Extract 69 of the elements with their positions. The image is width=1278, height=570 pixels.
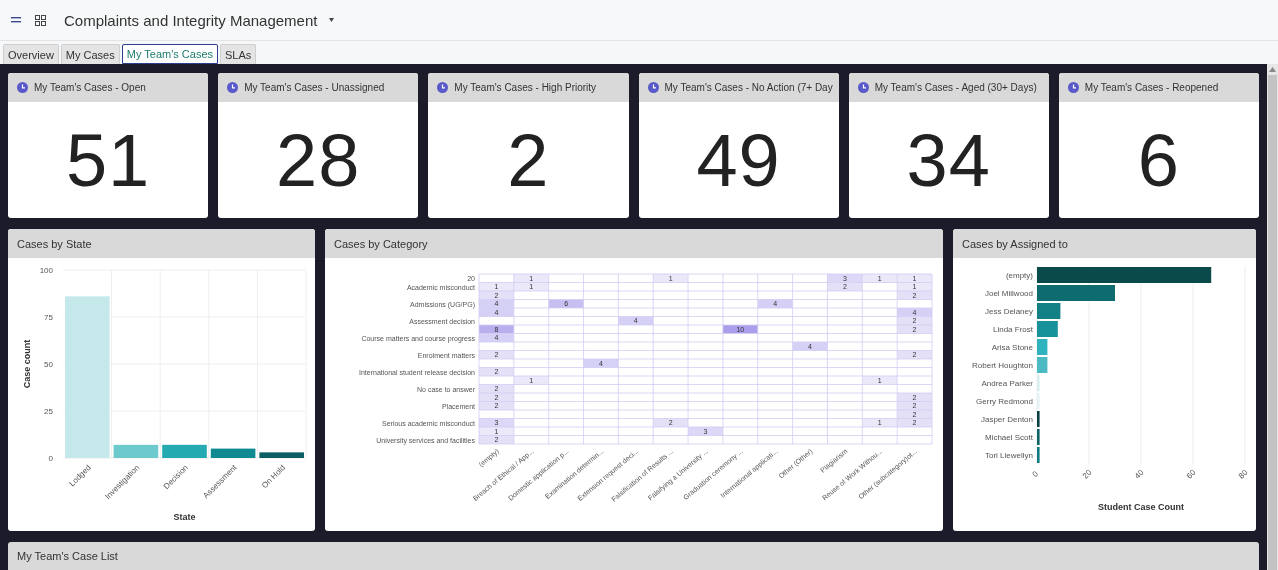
kpi-value: 49: [696, 117, 781, 203]
axis-label: 50: [44, 360, 53, 369]
axis-label: 40: [1132, 467, 1146, 481]
clock-icon: [857, 82, 869, 93]
bar: [162, 444, 207, 458]
card-title: My Team's Cases - High Priority: [454, 82, 597, 93]
app-title: Complaints and Integrity Management: [64, 11, 318, 29]
axis-label: Andrea Parker: [981, 379, 1033, 388]
tab[interactable]: My Cases: [60, 44, 120, 64]
bar: [113, 444, 159, 458]
kpi-value: 34: [906, 117, 991, 203]
kpi-value: 28: [276, 117, 361, 203]
axis-label: 20: [1080, 467, 1094, 481]
axis-label: Jess Delaney: [984, 307, 1033, 316]
clock-icon: [647, 82, 659, 93]
clock-icon: [1067, 82, 1079, 93]
axis-label: 60: [1184, 467, 1198, 481]
axis-label: 0: [1030, 469, 1040, 479]
bar: [1037, 429, 1040, 445]
card-title: My Team's Case List: [17, 550, 118, 562]
scroll-thumb[interactable]: [1268, 75, 1277, 570]
card-title: My Team's Cases - Open: [34, 82, 146, 93]
axis-label: Arisa Stone: [991, 343, 1033, 352]
card-title: My Team's Cases - Aged (30+ Days): [874, 82, 1037, 93]
card-title: Cases by Assigned to: [962, 237, 1068, 250]
axis-label: Michael Scott: [984, 433, 1033, 442]
axis-label: Gerry Redmond: [976, 397, 1033, 406]
axis-label: (empty): [1005, 271, 1033, 280]
axis-label: Joel Millwood: [984, 289, 1033, 298]
caret-icon[interactable]: [329, 18, 335, 22]
axis-label: 0: [48, 454, 53, 463]
kpi-value: 51: [65, 117, 151, 203]
bar: [1037, 303, 1061, 319]
tab[interactable]: My Team's Cases: [121, 44, 218, 64]
axis-label: Robert Houghton: [972, 361, 1033, 370]
tab[interactable]: SLAs: [220, 44, 257, 64]
clock-icon: [17, 82, 28, 93]
card-title: My Team's Cases - No Action (7+ Day: [664, 82, 833, 93]
axis-title: Student Case Count: [1098, 502, 1184, 512]
menu-icon[interactable]: [11, 16, 21, 24]
kpi-value: 2: [507, 117, 550, 203]
bar: [1037, 447, 1040, 463]
axis-title: Case count: [22, 339, 32, 389]
card-title: Cases by State: [17, 237, 92, 250]
scroll-up-icon[interactable]: [1269, 67, 1276, 72]
axis-label: Jasper Denton: [980, 415, 1033, 424]
axis-label: Linda Frost: [992, 325, 1033, 334]
bar: [210, 448, 256, 458]
axis-label: 75: [44, 313, 53, 322]
axis-label: 100: [39, 266, 53, 275]
axis-label: Tori Llewellyn: [984, 451, 1033, 460]
kpi-value: 6: [1137, 117, 1180, 203]
bar: [1037, 357, 1048, 373]
tab[interactable]: Overview: [3, 44, 59, 64]
bar: [259, 452, 304, 458]
bar: [1037, 411, 1040, 427]
bar: [1037, 321, 1058, 337]
grid-icon[interactable]: [35, 14, 46, 26]
card-title: My Team's Cases - Unassigned: [244, 82, 385, 93]
axis-label: 25: [44, 407, 53, 416]
clock-icon: [437, 82, 449, 93]
card-title: My Team's Cases - Reopened: [1084, 82, 1219, 93]
axis-label: 80: [1236, 467, 1250, 481]
axis-title: State: [173, 512, 196, 522]
bar: [1037, 375, 1040, 391]
scrollbar[interactable]: [1267, 64, 1278, 570]
card-title: Cases by Category: [334, 237, 428, 250]
bar: [1037, 339, 1048, 355]
clock-icon: [227, 82, 239, 93]
